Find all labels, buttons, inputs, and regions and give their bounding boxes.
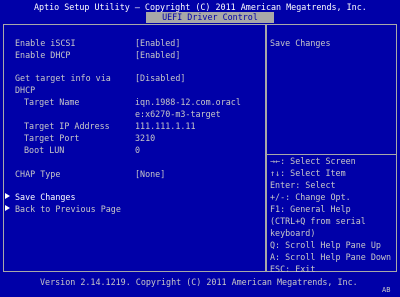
submenu-arrow-icon xyxy=(5,205,10,211)
setting-label-boot-lun: Boot LUN xyxy=(24,145,65,155)
save-changes-item[interactable]: Save Changes xyxy=(15,193,76,202)
help-key-keyboard: keyboard) xyxy=(270,228,316,238)
submenu-arrow-icon xyxy=(5,193,10,199)
app-title: Aptio Setup Utility – Copyright (C) 2011… xyxy=(34,2,367,12)
setting-label-get-target-info: Get target info via xyxy=(15,73,111,83)
back-to-previous-page-item[interactable]: Back to Previous Page xyxy=(15,205,121,214)
setting-label-target-ip: Target IP Address xyxy=(24,121,110,131)
help-key-select-item: ↑↓: Select Item xyxy=(270,168,346,178)
help-description: Save Changes xyxy=(270,38,331,48)
setting-value-target-ip[interactable]: 111.111.1.11 xyxy=(135,122,196,131)
help-key-scroll-up: Q: Scroll Help Pane Up xyxy=(270,240,381,250)
help-key-change-opt: +/-: Change Opt. xyxy=(270,192,351,202)
setting-value-target-port[interactable]: 3210 xyxy=(135,134,155,143)
help-key-select-screen: →←: Select Screen xyxy=(270,156,356,166)
post-code-badge: AB xyxy=(382,286,391,294)
setting-value-target-name-2[interactable]: e:x6270-m3-target xyxy=(135,110,221,119)
setting-value-get-target-info[interactable]: [Disabled] xyxy=(135,74,185,83)
setting-value-target-name[interactable]: iqn.1988-12.com.oracl xyxy=(135,98,241,107)
help-key-ctrl-q: (CTRL+Q from serial xyxy=(270,216,366,226)
version-text: Version 2.14.1219. Copyright (C) 2011 Am… xyxy=(40,277,358,287)
setting-value-chap-type[interactable]: [None] xyxy=(135,170,165,179)
setting-value-enable-iscsi[interactable]: [Enabled] xyxy=(135,39,180,48)
setting-label-get-target-info-2: DHCP xyxy=(15,85,36,95)
setting-label-enable-dhcp: Enable DHCP xyxy=(15,50,71,60)
help-key-general-help: F1: General Help xyxy=(270,204,351,214)
help-key-scroll-down: A: Scroll Help Pane Down xyxy=(270,252,392,262)
setting-label-target-name: Target Name xyxy=(24,97,80,107)
setting-value-boot-lun[interactable]: 0 xyxy=(135,146,140,155)
setting-label-chap-type: CHAP Type xyxy=(15,169,61,179)
setting-label-enable-iscsi: Enable iSCSI xyxy=(15,38,76,48)
help-divider xyxy=(267,154,396,155)
setting-value-enable-dhcp[interactable]: [Enabled] xyxy=(135,51,180,60)
help-key-enter: Enter: Select xyxy=(270,180,336,190)
setting-label-target-port: Target Port xyxy=(24,133,80,143)
tab-uefi-driver-control[interactable]: UEFI Driver Control xyxy=(146,12,274,23)
